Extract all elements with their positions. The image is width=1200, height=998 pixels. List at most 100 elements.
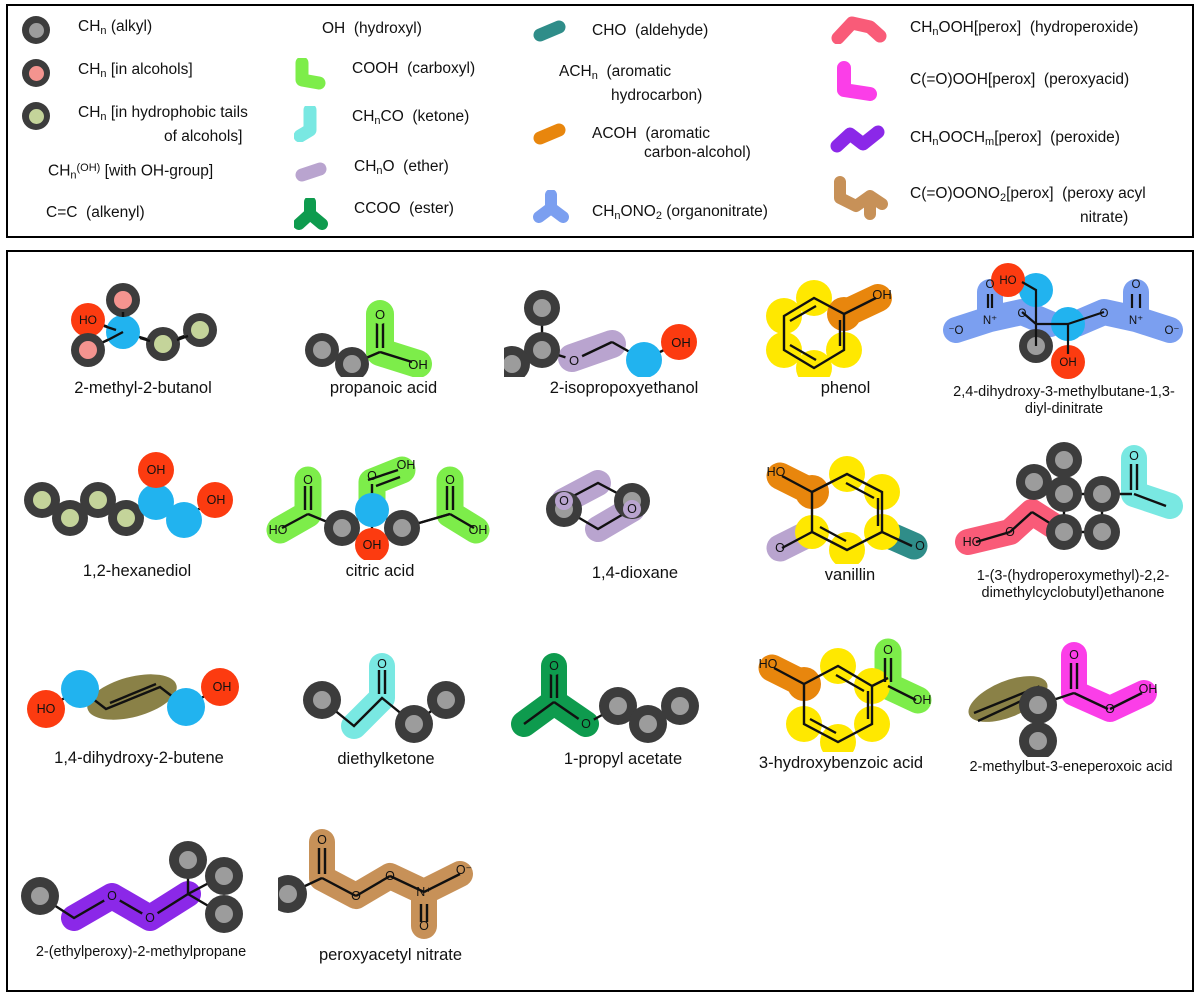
- elbow-shape: [837, 61, 877, 101]
- atom-label: O: [445, 473, 455, 487]
- legend-item-ch-n-alkyl: CHn (alkyl): [22, 16, 152, 44]
- peak-icon: [830, 14, 888, 49]
- molecule-name: diethylketone: [337, 750, 435, 768]
- atom-label: O: [419, 919, 429, 933]
- legend-item-ch-n-in-alcohols: CHn [in alcohols]: [22, 59, 193, 87]
- group-ch-alkyl: [504, 290, 560, 377]
- structure-phenol: OH: [766, 280, 892, 377]
- atom-label: HO: [269, 523, 288, 537]
- structure-dinitrate: HO O N⁺ ⁻O O O N⁺ O⁻ O OH: [943, 263, 1183, 379]
- ring-circle-icon: [22, 16, 50, 44]
- legend-item-chnoochm-peroxide: CHnOOCHm[perox] (peroxide): [830, 124, 1120, 159]
- legend-item-label: C(=O)OOH[perox] (peroxyacid): [910, 71, 1130, 88]
- capsule-shape: [533, 20, 566, 42]
- structure-3-hydroxybenzoic-acid: HO O OH: [758, 638, 932, 752]
- capsule-shape: [533, 123, 566, 145]
- atom-label: OH: [207, 493, 226, 507]
- atom-label: N⁺: [416, 885, 432, 899]
- atom-label: OH: [671, 335, 691, 350]
- atom-label: O: [1018, 308, 1027, 320]
- legend-item-label: CHn (alkyl): [78, 18, 153, 38]
- group-alkenyl: [87, 674, 177, 720]
- atom-label: O: [107, 889, 117, 903]
- atom-label: O: [569, 353, 579, 368]
- molecule-peroxyacetyl-nitrate: O O O N⁺ O⁻ O peroxyacetyl nitrate: [278, 826, 503, 965]
- group-ch-oh: [61, 670, 99, 708]
- molecule-name: 2-isopropoxyethanol: [549, 379, 699, 397]
- molecules-panel: HO 2-methyl-2-butanol O OH propanoic aci…: [6, 250, 1194, 992]
- atom-label: O: [1069, 648, 1079, 662]
- atom-label: O: [915, 539, 925, 553]
- atom-label: O: [1005, 525, 1015, 539]
- tripod-icon: [293, 196, 328, 235]
- functional-group-figure: CHn (alkyl) CHn [in alcohols] CHn [in hy…: [0, 0, 1200, 998]
- molecule-name: peroxyacetyl nitrate: [318, 946, 463, 964]
- atom-label: O: [375, 307, 385, 322]
- structure-1-propyl-acetate: O O: [511, 653, 699, 743]
- atom-label: O: [385, 869, 395, 883]
- legend-item-label: CCOO (ester): [354, 200, 454, 217]
- molecule-diethylketone: O diethylketone: [280, 644, 492, 769]
- molecule-2-isopropoxyethanol: O OH 2-isopropoxyethanol: [504, 272, 744, 398]
- legend-item-coono2-peroxy-acyl-nitrate: C(=O)OONO2[perox] (peroxy acyl nitrate): [830, 174, 1146, 227]
- atom-label: O: [883, 643, 893, 657]
- molecule-name: 1,4-dihydroxy-2-butene: [54, 749, 224, 767]
- zigzag-tripod-shape: [834, 176, 888, 220]
- group-ch-alkyl: [1019, 686, 1057, 757]
- tripod-icon: [532, 189, 570, 229]
- zigzag-shape: [830, 125, 885, 153]
- legend-item-label: CHn [in hydrophobic tails of alcohols]: [78, 104, 248, 146]
- legend-item-chno-ether: CHnO (ether): [294, 156, 449, 187]
- atom-label: HO: [999, 275, 1016, 287]
- molecule-1-2-hexanediol: OH OH 1,2-hexanediol: [22, 450, 252, 581]
- atom-label: OH: [1059, 357, 1076, 369]
- atom-label: OH: [147, 463, 166, 477]
- atom-label: O⁻: [456, 863, 472, 877]
- molecule-name-line-1: 1-(3-(hydroperoxymethyl)-2,2-: [976, 568, 1170, 584]
- molecule-2-ethylperoxy-2-methylpropane: O O 2-(ethylperoxy)-2-methylpropane: [16, 832, 266, 961]
- atom-label: O: [303, 473, 313, 487]
- legend-item-oh-hydroxyl: OH (hydroxyl): [294, 18, 422, 38]
- molecule-dinitrate: HO O N⁺ ⁻O O O N⁺ O⁻ O OH 2,4-dihydroxy-…: [938, 262, 1190, 418]
- molecule-name: propanoic acid: [329, 379, 438, 397]
- capsule-shape: [295, 162, 327, 182]
- atom-label: O: [559, 494, 569, 508]
- legend-item-label: CHO (aldehyde): [592, 22, 709, 39]
- structure-1-4-dihydroxy-2-butene: HO OH: [27, 668, 239, 728]
- elbow-shape: [295, 56, 326, 90]
- atom-label: O: [351, 889, 361, 903]
- atom-label: OH: [913, 693, 932, 707]
- molecule-1-propyl-acetate: O O 1-propyl acetate: [508, 644, 738, 769]
- atom-label: O: [581, 717, 591, 731]
- tripod-shape: [533, 189, 569, 223]
- atom-label: O: [1132, 279, 1141, 291]
- molecule-hydroperoxymethyl-ethanone: O HO O 1-(3-(hydroperoxymethyl)-2,2- dim…: [952, 440, 1194, 602]
- peak-shape: [831, 16, 887, 45]
- molecule-vanillin: HO O O vanillin: [750, 442, 950, 585]
- atom-label: O: [377, 657, 387, 671]
- atom-label: OH: [469, 523, 488, 537]
- atom-label: O: [367, 469, 377, 483]
- molecule-name-line-1: 2,4-dihydroxy-3-methylbutane-1,3-: [953, 384, 1175, 400]
- molecule-3-hydroxybenzoic-acid: HO O OH 3-hydroxybenzoic acid: [736, 634, 946, 773]
- capsule-icon: [294, 156, 328, 187]
- elbow-icon: [294, 56, 326, 97]
- molecule-citric-acid: O O O HO OH OH OH citric acid: [260, 442, 500, 581]
- elbow-icon: [830, 61, 888, 106]
- structure-citric-acid: O O O HO OH OH OH: [266, 456, 490, 560]
- ring-circle-icon: [22, 59, 50, 87]
- group-ch-alkyl: [278, 875, 307, 913]
- molecule-name: citric acid: [345, 562, 415, 580]
- legend-item-coooh-peroxyacid: C(=O)OOH[perox] (peroxyacid): [830, 61, 1129, 106]
- legend-item-achn-aromatic-hydrocarbon: ACHn (aromatic hydrocarbon): [532, 61, 702, 105]
- legend-item-label: COOH (carboxyl): [352, 60, 476, 77]
- group-ch-oh: [167, 688, 205, 726]
- group-peroxyacid: [1061, 642, 1157, 722]
- atom-label: HO: [79, 313, 97, 327]
- molecule-name: 2-methylbut-3-eneperoxoic acid: [969, 759, 1173, 775]
- atom-label: O: [145, 911, 155, 925]
- atom-label: O: [317, 833, 327, 847]
- molecule-name-line-2: diyl-dinitrate: [1024, 401, 1104, 417]
- atom-label: O: [1100, 308, 1109, 320]
- elbow-icon: [293, 103, 326, 147]
